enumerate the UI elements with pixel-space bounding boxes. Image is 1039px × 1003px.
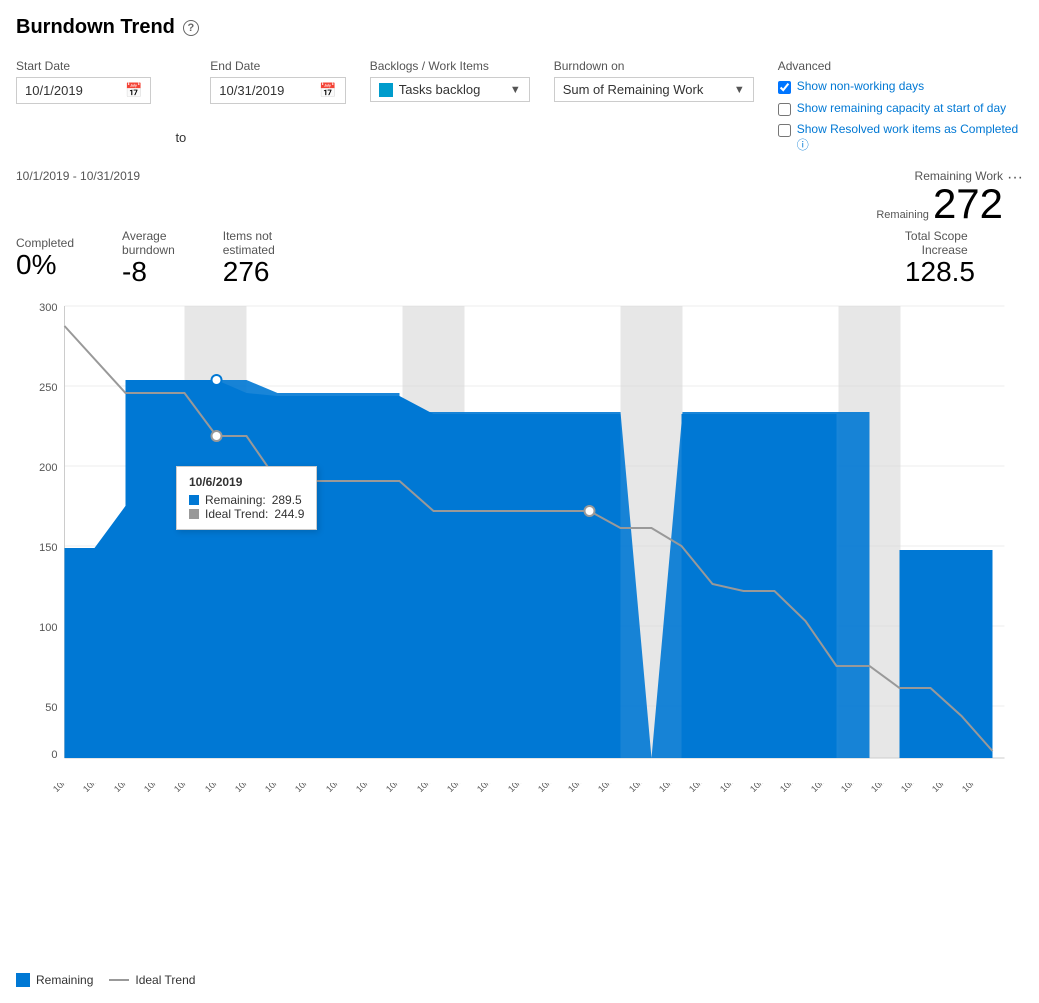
y-label-50: 50 [45, 702, 57, 714]
x-label-10-31-2019: 10/31/2019 [960, 783, 999, 794]
end-date-label: End Date [210, 59, 345, 73]
stat-items-value: 276 [223, 257, 270, 288]
chart-svg: 300 250 200 150 100 50 0 [16, 296, 1023, 776]
y-label-300: 300 [39, 302, 57, 314]
backlogs-chevron-icon: ▼ [510, 84, 521, 96]
stat-scope-label: Total ScopeIncrease [905, 229, 968, 257]
burndown-dropdown[interactable]: Sum of Remaining Work ▼ [554, 77, 754, 102]
x-label-10-3-2019: 10/3/2019 [112, 783, 147, 794]
remaining-work-box: Remaining Work Remaining 272 ··· [876, 169, 1023, 225]
remaining-area-seg3 [900, 550, 993, 758]
checkbox-nonworking-label[interactable]: Show non-working days [797, 79, 924, 95]
help-icon[interactable]: ? [183, 20, 199, 36]
y-label-0: 0 [51, 749, 57, 761]
checkbox-capacity-input[interactable] [778, 103, 791, 116]
start-date-input-wrap[interactable]: 📅 [16, 77, 151, 104]
stat-completed-label: Completed [16, 236, 74, 250]
checkbox-nonworking-input[interactable] [778, 81, 791, 94]
controls-row: Start Date 📅 to End Date 📅 Backlogs / Wo… [16, 59, 1023, 153]
checkbox-resolved-label[interactable]: Show Resolved work items as Completed ⓘ [797, 122, 1023, 153]
y-label-250: 250 [39, 382, 57, 394]
x-labels-container: (function(){ const labels = ["10/1/2019"… [51, 783, 991, 873]
start-date-calendar-icon[interactable]: 📅 [125, 82, 142, 99]
x-axis-labels: (function(){ const labels = ["10/1/2019"… [51, 783, 1023, 873]
checkbox-resolved-items[interactable]: Show Resolved work items as Completed ⓘ [778, 122, 1023, 153]
stat-not-estimated: Items notestimated 276 [223, 229, 275, 288]
stats-row: Completed 0% Averageburndown -8 Items no… [16, 229, 1023, 288]
stat-avg-label: Averageburndown [122, 229, 175, 257]
backlog-icon [379, 83, 393, 97]
x-label-10-6-2019: 10/6/2019 [203, 783, 238, 794]
start-date-group: Start Date 📅 [16, 59, 151, 104]
legend-remaining-label: Remaining [36, 973, 93, 987]
ideal-point-2 [585, 506, 595, 516]
burndown-chevron-icon: ▼ [734, 84, 745, 96]
page-title: Burndown Trend [16, 16, 175, 39]
x-label-10-5-2019: 10/5/2019 [172, 783, 207, 794]
end-date-input-wrap[interactable]: 📅 [210, 77, 345, 104]
checkbox-remaining-capacity[interactable]: Show remaining capacity at start of day [778, 101, 1023, 117]
remaining-work-value: 272 [933, 183, 1003, 225]
remaining-point [212, 375, 222, 385]
y-label-150: 150 [39, 542, 57, 554]
page-title-section: Burndown Trend ? [16, 16, 1023, 39]
x-label-10-2-2019: 10/2/2019 [81, 783, 116, 794]
chart-header: 10/1/2019 - 10/31/2019 Remaining Work Re… [16, 169, 1023, 225]
stat-completed-value: 0% [16, 250, 56, 281]
burndown-group: Burndown on Sum of Remaining Work ▼ [554, 59, 754, 102]
burndown-label: Burndown on [554, 59, 754, 73]
chart-legend: Remaining Ideal Trend [16, 973, 1023, 987]
chart-container: 300 250 200 150 100 50 0 [16, 296, 1023, 873]
x-label-10-4-2019: 10/4/2019 [142, 783, 177, 794]
end-date-calendar-icon[interactable]: 📅 [319, 82, 336, 99]
end-date-group: End Date 📅 [210, 59, 345, 104]
to-label: to [175, 130, 186, 153]
remaining-area-seg2 [682, 414, 837, 758]
x-label-10-8-2019: 10/8/2019 [263, 783, 298, 794]
checkbox-show-nonworking[interactable]: Show non-working days [778, 79, 1023, 95]
x-label-10-7-2019: 10/7/2019 [233, 783, 268, 794]
y-label-100: 100 [39, 622, 57, 634]
legend-remaining: Remaining [16, 973, 93, 987]
start-date-input[interactable] [25, 83, 125, 98]
start-date-label: Start Date [16, 59, 151, 73]
end-date-input[interactable] [219, 83, 319, 98]
advanced-group: Advanced Show non-working days Show rema… [778, 59, 1023, 153]
stat-scope-value: 128.5 [905, 257, 975, 288]
more-options-button[interactable]: ··· [1007, 169, 1023, 187]
ideal-point-1 [212, 431, 222, 441]
burndown-value: Sum of Remaining Work [563, 82, 728, 97]
backlogs-dropdown[interactable]: Tasks backlog ▼ [370, 77, 530, 102]
stat-scope: Total ScopeIncrease 128.5 [905, 229, 975, 288]
stat-completed: Completed 0% [16, 236, 74, 281]
checkbox-capacity-label[interactable]: Show remaining capacity at start of day [797, 101, 1006, 117]
remaining-area-main [65, 380, 621, 758]
stat-items-label: Items notestimated [223, 229, 275, 257]
remaining-label: Remaining [876, 209, 929, 221]
stat-avg-value: -8 [122, 257, 147, 288]
legend-ideal-icon [109, 979, 129, 981]
legend-remaining-icon [16, 973, 30, 987]
y-label-200: 200 [39, 462, 57, 474]
x-label-10-1-2019: 10/1/2019 [51, 783, 86, 794]
backlogs-group: Backlogs / Work Items Tasks backlog ▼ [370, 59, 530, 102]
stat-avg-burndown: Averageburndown -8 [122, 229, 175, 288]
backlogs-label: Backlogs / Work Items [370, 59, 530, 73]
chart-section: 10/1/2019 - 10/31/2019 Remaining Work Re… [16, 169, 1023, 987]
x-label-10-9-2019: 10/9/2019 [293, 783, 328, 794]
advanced-label: Advanced [778, 59, 1023, 73]
legend-ideal: Ideal Trend [109, 973, 195, 987]
checkbox-resolved-input[interactable] [778, 124, 791, 137]
legend-ideal-label: Ideal Trend [135, 973, 195, 987]
backlogs-value: Tasks backlog [399, 82, 504, 97]
chart-date-range: 10/1/2019 - 10/31/2019 [16, 169, 140, 183]
